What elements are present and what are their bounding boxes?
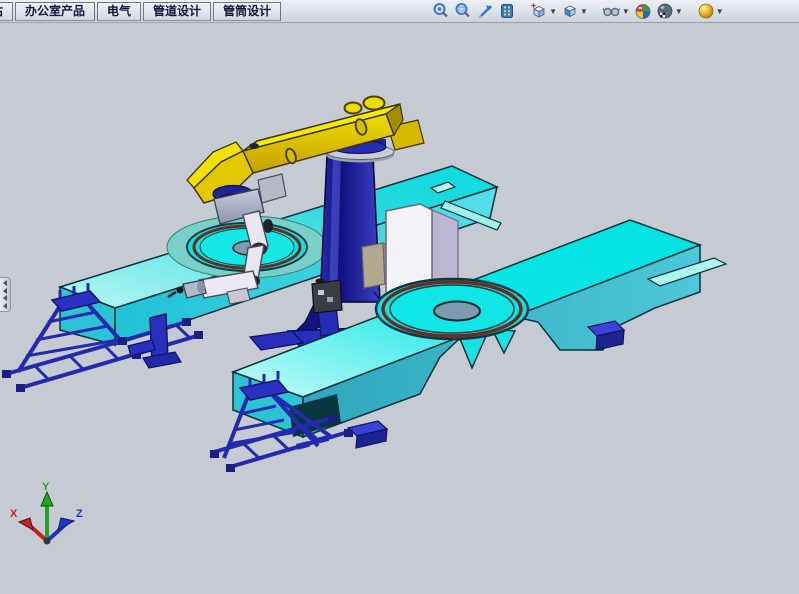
- boom-top-hole: [364, 97, 385, 110]
- edit-appearance-icon: [634, 2, 652, 20]
- view-toolbar: ▼ ▼ ▼: [430, 2, 726, 20]
- collapse-arrow-icon: [3, 280, 7, 286]
- section-view-icon: [498, 2, 516, 20]
- y-axis-arrow[interactable]: [41, 492, 53, 506]
- tab-tubing-design[interactable]: 管筒设计: [213, 2, 281, 21]
- view-orientation-button[interactable]: ▼: [530, 2, 557, 20]
- tab-office-products[interactable]: 办公室产品: [15, 2, 95, 21]
- turntable-ring-front[interactable]: [376, 279, 528, 339]
- tab-electrical[interactable]: 电气: [97, 2, 141, 21]
- dropdown-arrow[interactable]: ▼: [675, 7, 683, 16]
- z-axis-arrow[interactable]: [58, 518, 74, 530]
- zoom-to-area-icon: [454, 2, 472, 20]
- ribbon-tabs: 估 办公室产品 电气 管道设计 管筒设计: [0, 0, 282, 22]
- x-axis-label: X: [10, 508, 18, 520]
- apply-scene-button[interactable]: ▼: [656, 2, 683, 20]
- ribbon-tab-bar: 估 办公室产品 电气 管道设计 管筒设计: [0, 0, 799, 23]
- x-axis-arrow[interactable]: [19, 518, 33, 530]
- zoom-to-area-button[interactable]: [454, 2, 472, 20]
- tab-piping-design[interactable]: 管道设计: [143, 2, 211, 21]
- model-scene[interactable]: X Y Z: [0, 0, 799, 589]
- view-settings-button[interactable]: ▼: [697, 2, 724, 20]
- collapse-arrow-icon: [3, 303, 7, 309]
- collapse-arrow-icon: [3, 288, 7, 294]
- reference-triad[interactable]: X Y Z: [10, 481, 83, 545]
- rotate-view-icon: [476, 2, 494, 20]
- zoom-to-fit-icon: [432, 2, 450, 20]
- zoom-to-fit-button[interactable]: [432, 2, 450, 20]
- hide-show-items-icon: [602, 2, 621, 20]
- edit-appearance-button[interactable]: [634, 2, 652, 20]
- y-axis-label: Y: [42, 481, 50, 493]
- graphics-viewport[interactable]: X Y Z: [0, 0, 799, 589]
- rotate-view-button[interactable]: [476, 2, 494, 20]
- collapse-arrow-icon: [3, 295, 7, 301]
- z-axis-label: Z: [76, 508, 83, 520]
- dropdown-arrow[interactable]: ▼: [549, 7, 557, 16]
- apply-scene-icon: [656, 2, 674, 20]
- tab-evaluate-partial[interactable]: 估: [0, 2, 13, 21]
- hide-show-items-button[interactable]: ▼: [602, 2, 630, 20]
- dropdown-arrow[interactable]: ▼: [580, 7, 588, 16]
- turntable-bore-front: [434, 302, 480, 321]
- view-orientation-icon: [530, 2, 548, 20]
- display-style-button[interactable]: ▼: [561, 2, 588, 20]
- feature-tree-collapse-handle[interactable]: [0, 277, 11, 312]
- boom-top-hole: [345, 103, 362, 114]
- display-style-icon: [561, 2, 579, 20]
- section-view-button[interactable]: [498, 2, 516, 20]
- dropdown-arrow[interactable]: ▼: [716, 7, 724, 16]
- view-settings-icon: [697, 2, 715, 20]
- dropdown-arrow[interactable]: ▼: [622, 7, 630, 16]
